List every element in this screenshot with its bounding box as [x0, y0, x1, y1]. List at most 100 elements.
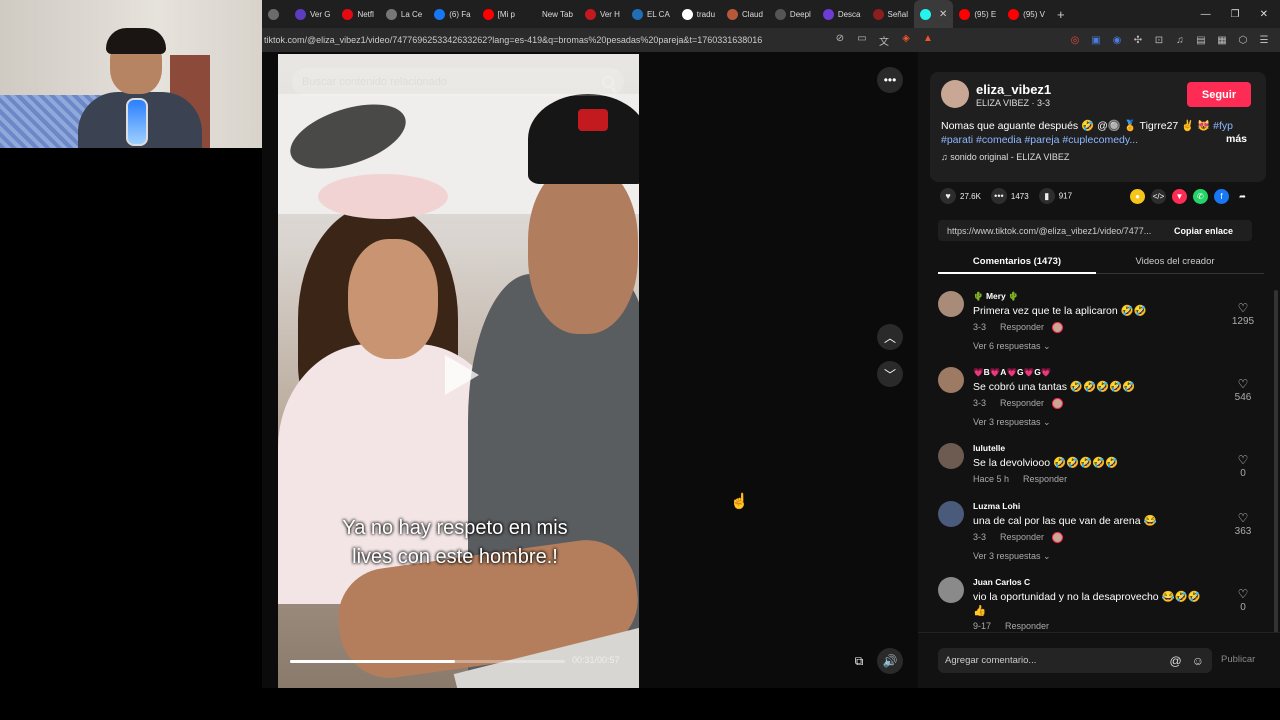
- more-button[interactable]: más: [1226, 133, 1247, 145]
- comment-date: Hace 5 h: [973, 474, 1010, 484]
- rewards-icon[interactable]: ▲: [922, 33, 934, 48]
- save-stat[interactable]: ▮ 917: [1038, 188, 1072, 204]
- comment-like-button[interactable]: ♡ 546: [1228, 377, 1258, 403]
- minimize-icon[interactable]: —: [1201, 9, 1211, 20]
- reply-button[interactable]: Responder: [1005, 621, 1049, 631]
- view-replies-button[interactable]: Ver 6 respuestas ⌄: [973, 341, 1051, 352]
- url-field[interactable]: tiktok.com/@eliza_vibez1/video/747769625…: [264, 35, 824, 45]
- mention-icon[interactable]: @: [1170, 654, 1182, 668]
- translate-icon[interactable]: 文: [878, 33, 890, 48]
- wallet-icon[interactable]: ▦: [1216, 35, 1228, 46]
- previous-video-button[interactable]: ︿: [877, 324, 903, 350]
- browser-tab[interactable]: Desca: [817, 0, 867, 28]
- tab-comments[interactable]: Comentarios (1473): [938, 252, 1096, 274]
- reply-button[interactable]: Responder: [1000, 398, 1044, 408]
- embed-icon[interactable]: </>: [1151, 189, 1166, 204]
- comment-like-button[interactable]: ♡ 0: [1228, 453, 1258, 479]
- browser-tab[interactable]: Ver G: [289, 0, 336, 28]
- comment-author[interactable]: 💗B💗A💗G💗G💗: [973, 367, 1051, 378]
- comment-input[interactable]: Agregar comentario... @ ☺: [938, 648, 1212, 673]
- more-options-button[interactable]: •••: [877, 67, 903, 93]
- tab-label: [Mi p: [497, 9, 515, 19]
- browser-tab[interactable]: [Mi p: [477, 0, 521, 28]
- follow-button[interactable]: Seguir: [1187, 82, 1251, 107]
- whatsapp-icon[interactable]: ✆: [1193, 189, 1208, 204]
- browser-tab[interactable]: tradu: [676, 0, 721, 28]
- floating-player-button[interactable]: ⧉: [846, 648, 872, 674]
- comments-scrollbar[interactable]: [1274, 290, 1278, 635]
- comment-stat[interactable]: ••• 1473: [990, 188, 1029, 204]
- copy-link-button[interactable]: Copiar enlace: [1174, 226, 1233, 236]
- comment-like-button[interactable]: ♡ 0: [1228, 587, 1258, 613]
- publish-button[interactable]: Publicar: [1221, 654, 1255, 665]
- comment-author[interactable]: 🌵 Mery 🌵: [973, 291, 1019, 302]
- close-window-icon[interactable]: ✕: [1260, 9, 1268, 20]
- heart-outline-icon: ♡: [1237, 377, 1249, 391]
- comment-avatar[interactable]: [938, 501, 964, 527]
- comment-author[interactable]: Juan Carlos C: [973, 577, 1030, 587]
- comment-avatar[interactable]: [938, 367, 964, 393]
- volume-button[interactable]: 🔊: [877, 648, 903, 674]
- comment-avatar[interactable]: [938, 291, 964, 317]
- sidebar-icon[interactable]: ▤: [1195, 35, 1207, 46]
- share-arrow-icon[interactable]: ➦: [1235, 189, 1250, 204]
- comment-avatar[interactable]: [938, 443, 964, 469]
- restore-icon[interactable]: ❐: [1231, 9, 1240, 20]
- browser-tab[interactable]: La Ce: [380, 0, 428, 28]
- search-icon[interactable]: [602, 76, 614, 88]
- cast-icon[interactable]: ▭: [856, 33, 868, 48]
- browser-tab[interactable]: Ver H: [579, 0, 626, 28]
- send-icon[interactable]: ▼: [1172, 189, 1187, 204]
- tab-creator-videos[interactable]: Videos del creador: [1096, 252, 1254, 274]
- share-link-text[interactable]: https://www.tiktok.com/@eliza_vibez1/vid…: [938, 226, 1170, 236]
- tab-label: Señal: [887, 9, 908, 19]
- new-tab-button[interactable]: +: [1057, 7, 1065, 22]
- close-tab-icon[interactable]: ✕: [939, 9, 947, 20]
- browser-tab[interactable]: [262, 0, 289, 28]
- related-search-input[interactable]: Buscar contenido relacionado: [292, 68, 624, 96]
- browser-tab[interactable]: Claud: [721, 0, 769, 28]
- view-replies-button[interactable]: Ver 3 respuestas ⌄: [973, 417, 1051, 428]
- tab-favicon-icon: [385, 8, 397, 20]
- browser-tab[interactable]: (95) V: [1002, 0, 1051, 28]
- creator-username[interactable]: eliza_vibez1: [976, 82, 1051, 97]
- tab-favicon-icon: [342, 8, 354, 20]
- browser-tab[interactable]: Deepl: [769, 0, 817, 28]
- browser-tab[interactable]: Netfl: [336, 0, 379, 28]
- browser-tab[interactable]: Señal: [867, 0, 914, 28]
- comment-avatar[interactable]: [938, 577, 964, 603]
- browser-tab[interactable]: (95) E: [953, 0, 1002, 28]
- emoji-icon[interactable]: ☺: [1192, 654, 1204, 668]
- browser-tab[interactable]: ✕: [913, 0, 954, 28]
- video-progress-bar[interactable]: [290, 660, 565, 663]
- brave-shield-icon[interactable]: ◈: [900, 33, 912, 48]
- coin-icon[interactable]: ●: [1130, 189, 1145, 204]
- view-replies-button[interactable]: Ver 3 respuestas ⌄: [973, 551, 1051, 562]
- extension-icon-3[interactable]: ◉: [1111, 35, 1123, 46]
- comment-like-button[interactable]: ♡ 1295: [1228, 301, 1258, 327]
- creator-avatar[interactable]: [941, 80, 969, 108]
- sound-link[interactable]: ♫ sonido original - ELIZA VIBEZ: [941, 152, 1069, 162]
- browser-tab[interactable]: New Tab: [521, 0, 579, 28]
- comment-author[interactable]: lulutelle: [973, 443, 1005, 453]
- facebook-icon[interactable]: f: [1214, 189, 1229, 204]
- music-icon[interactable]: ♫: [1174, 35, 1186, 46]
- reply-button[interactable]: Responder: [1023, 474, 1067, 484]
- puzzle-icon[interactable]: ✣: [1132, 35, 1144, 46]
- like-stat[interactable]: ♥ 27.6K: [940, 188, 981, 204]
- play-icon[interactable]: [445, 355, 479, 395]
- menu-icon[interactable]: ☰: [1258, 35, 1270, 46]
- next-video-button[interactable]: ﹀: [877, 361, 903, 387]
- screenshot-icon[interactable]: ⊡: [1153, 35, 1165, 46]
- browser-tab[interactable]: EL CA: [626, 0, 676, 28]
- reply-button[interactable]: Responder: [1000, 322, 1044, 332]
- extension-icon-2[interactable]: ▣: [1090, 35, 1102, 46]
- browser-tab[interactable]: (6) Fa: [428, 0, 476, 28]
- comment-like-button[interactable]: ♡ 363: [1228, 511, 1258, 537]
- extension-icon-1[interactable]: ◎: [1069, 35, 1081, 46]
- no-tracking-icon[interactable]: ⊘: [834, 33, 846, 48]
- comment-author[interactable]: Luzma Lohi: [973, 501, 1020, 511]
- vpn-icon[interactable]: ⬡: [1237, 35, 1249, 46]
- reply-button[interactable]: Responder: [1000, 532, 1044, 542]
- comment-text: Primera vez que te la aplicaron 🤣🤣: [973, 304, 1147, 317]
